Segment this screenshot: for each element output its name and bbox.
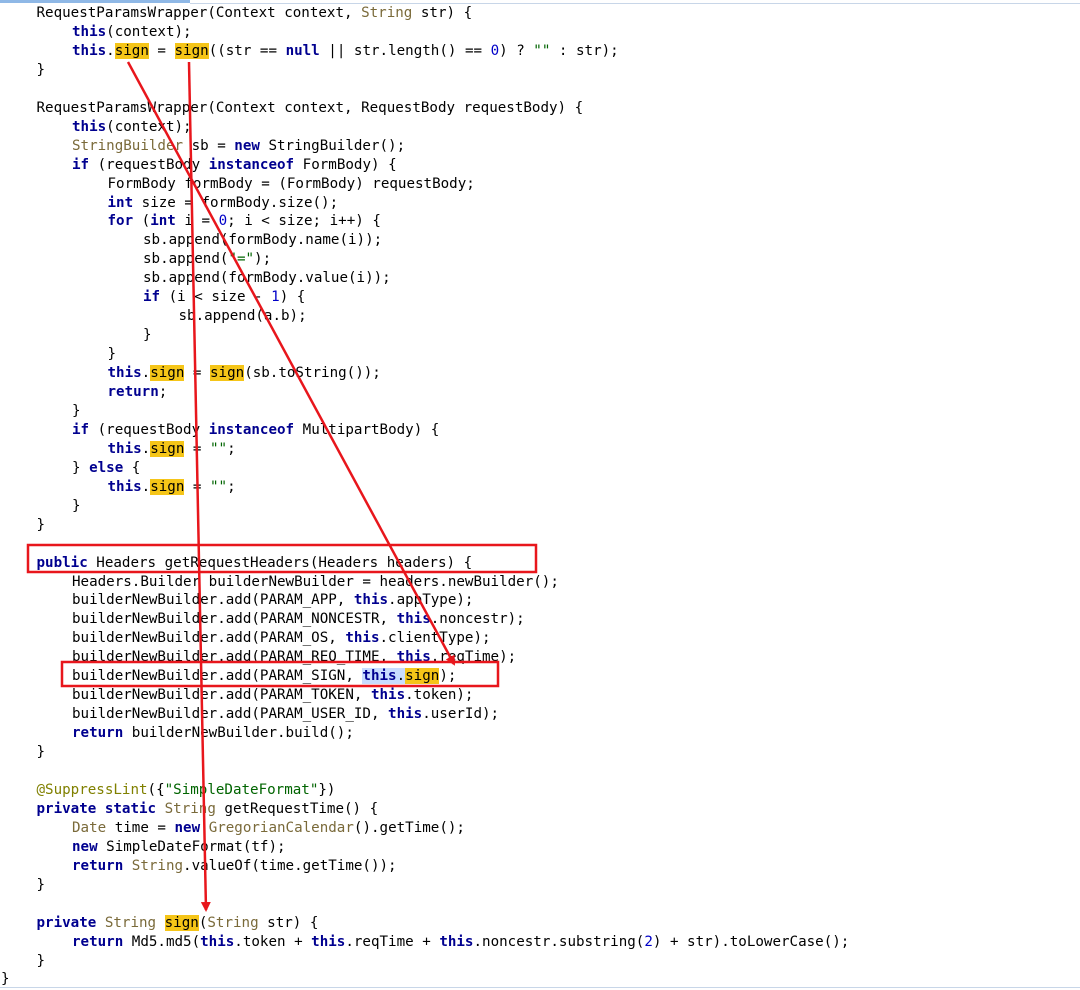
box-param-sign	[60, 660, 500, 688]
annotation-overlay	[26, 61, 538, 912]
code-editor[interactable]: RequestParamsWrapper(Context context, St…	[0, 0, 1080, 990]
arrow-field-to-param-sign	[126, 61, 456, 666]
box-getRequestHeaders	[26, 543, 538, 574]
